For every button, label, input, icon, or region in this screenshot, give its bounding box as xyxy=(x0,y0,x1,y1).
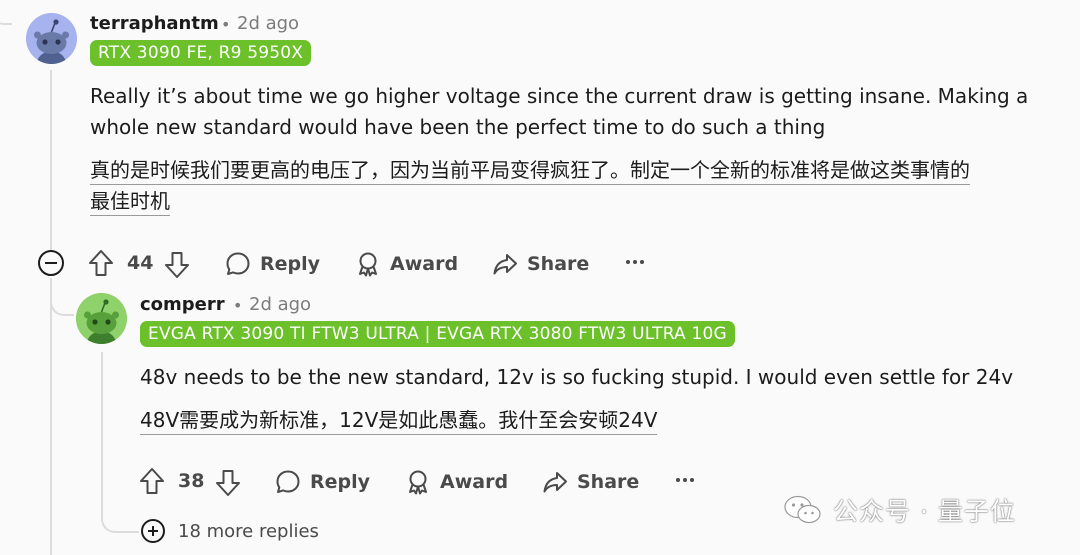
upvote-arrow-icon[interactable] xyxy=(88,249,114,277)
share-label: Share xyxy=(577,471,640,493)
award-icon xyxy=(409,470,427,495)
share-arrow-icon xyxy=(493,254,517,275)
reply-button[interactable]: Reply xyxy=(275,469,370,495)
reply-button[interactable]: Reply xyxy=(225,251,320,277)
translation-line-1: 真的是时候我们要更高的电压了，因为当前平局变得疯狂了。制定一个全新的标准将是做这… xyxy=(90,158,970,185)
user-flair: RTX 3090 FE, R9 5950X xyxy=(90,40,312,66)
comment-body-line-1: Really it’s about time we go higher volt… xyxy=(90,84,1029,108)
award-label: Award xyxy=(440,471,509,493)
expand-plus-icon xyxy=(141,519,165,543)
downvote-arrow-icon[interactable] xyxy=(164,251,190,279)
timestamp[interactable]: 2d ago xyxy=(237,13,299,34)
award-button[interactable]: Award xyxy=(355,251,458,277)
award-button[interactable]: Award xyxy=(405,469,508,495)
ellipsis-icon[interactable] xyxy=(675,476,695,484)
reply-label: Reply xyxy=(260,253,321,275)
share-label: Share xyxy=(527,253,590,275)
separator-dot: • xyxy=(233,296,243,315)
award-icon xyxy=(359,252,377,277)
thread-curve-top xyxy=(0,0,12,25)
avatar[interactable] xyxy=(76,293,127,344)
ellipsis-icon[interactable] xyxy=(625,258,645,266)
comment-body-line-2: whole new standard would have been the p… xyxy=(90,115,826,139)
share-button[interactable]: Share xyxy=(542,469,639,495)
wechat-icon xyxy=(784,495,821,524)
watermark-text: 公众号 · 量子位 xyxy=(833,497,1016,526)
avatar[interactable] xyxy=(26,13,77,64)
thread-curve-reply xyxy=(50,278,74,316)
upvote-arrow-icon[interactable] xyxy=(139,467,165,495)
vote-count: 38 xyxy=(178,470,205,492)
snoo-avatar-icon xyxy=(76,293,127,344)
username[interactable]: terraphantm xyxy=(90,13,219,34)
more-replies-link[interactable]: 18 more replies xyxy=(141,519,319,543)
vote-count: 44 xyxy=(127,252,154,274)
separator-dot: • xyxy=(221,15,231,34)
comment-bubble-icon xyxy=(276,470,300,493)
downvote-arrow-icon[interactable] xyxy=(215,469,241,497)
award-label: Award xyxy=(390,253,459,275)
comment-bubble-icon xyxy=(226,252,250,275)
translation-line-2: 最佳时机 xyxy=(90,189,170,216)
comment-translation: 真的是时候我们要更高的电压了，因为当前平局变得疯狂了。制定一个全新的标准将是做这… xyxy=(90,155,970,217)
reply-body: 48v needs to be the new standard, 12v is… xyxy=(140,365,1014,389)
watermark: 公众号 · 量子位 xyxy=(783,492,1016,528)
reply-label: Reply xyxy=(310,471,371,493)
thread-line-reply xyxy=(101,352,103,512)
snoo-avatar-icon xyxy=(26,13,77,64)
translation-line: 48V需要成为新标准，12V是如此愚蠢。我什至会安顿24V xyxy=(140,408,658,435)
user-flair: EVGA RTX 3090 TI FTW3 ULTRA | EVGA RTX 3… xyxy=(140,321,735,347)
thread-curve-more xyxy=(101,505,139,533)
timestamp[interactable]: 2d ago xyxy=(249,294,311,315)
thread-line-main-lower xyxy=(50,278,52,555)
username[interactable]: comperr xyxy=(140,294,225,315)
comment-body: Really it’s about time we go higher volt… xyxy=(90,81,1028,143)
more-replies-label: 18 more replies xyxy=(178,520,319,542)
share-arrow-icon xyxy=(543,472,567,493)
thread-line-main xyxy=(50,70,52,250)
share-button[interactable]: Share xyxy=(492,251,589,277)
collapse-thread-button[interactable] xyxy=(38,250,64,276)
reply-translation: 48V需要成为新标准，12V是如此愚蠢。我什至会安顿24V xyxy=(140,405,658,436)
